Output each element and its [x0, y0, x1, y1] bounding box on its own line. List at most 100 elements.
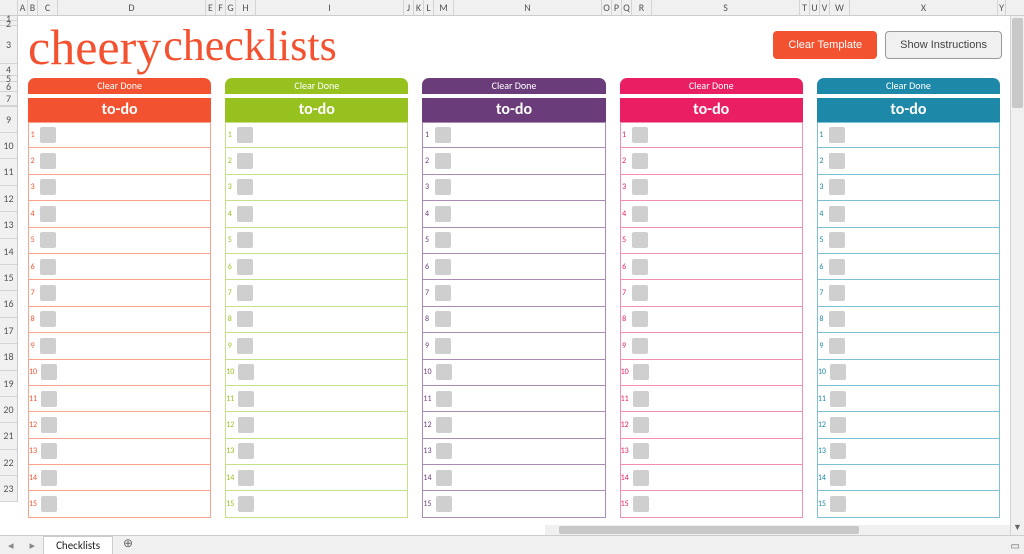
col-header-cell[interactable]: T: [800, 0, 810, 15]
task-checkbox[interactable]: [435, 153, 451, 169]
task-checkbox[interactable]: [40, 179, 56, 195]
task-input[interactable]: [456, 386, 606, 411]
task-checkbox[interactable]: [237, 206, 253, 222]
row-header-cell[interactable]: 6: [0, 82, 17, 92]
col-header-cell[interactable]: K: [414, 0, 424, 15]
task-checkbox[interactable]: [633, 391, 649, 407]
task-checkbox[interactable]: [633, 417, 649, 433]
row-header-cell[interactable]: 16: [0, 291, 17, 317]
task-checkbox[interactable]: [632, 338, 648, 354]
col-header-cell[interactable]: R: [632, 0, 652, 15]
task-input[interactable]: [60, 307, 210, 332]
task-checkbox[interactable]: [237, 153, 253, 169]
col-header-cell[interactable]: H: [236, 0, 256, 15]
row-header-cell[interactable]: 12: [0, 186, 17, 212]
vscroll-down-icon[interactable]: ▼: [1011, 521, 1024, 535]
task-checkbox[interactable]: [435, 311, 451, 327]
task-input[interactable]: [849, 201, 999, 226]
task-checkbox[interactable]: [237, 259, 253, 275]
task-input[interactable]: [61, 412, 211, 437]
task-checkbox[interactable]: [435, 232, 451, 248]
clear-template-button[interactable]: Clear Template: [773, 31, 877, 59]
task-input[interactable]: [258, 360, 408, 385]
task-checkbox[interactable]: [830, 470, 846, 486]
col-header-cell[interactable]: Q: [622, 0, 632, 15]
clear-done-button[interactable]: Clear Done: [422, 78, 605, 94]
row-header-cell[interactable]: 19: [0, 371, 17, 397]
task-input[interactable]: [257, 123, 407, 147]
col-header-cell[interactable]: V: [820, 0, 830, 15]
task-input[interactable]: [61, 465, 211, 490]
task-input[interactable]: [455, 333, 605, 358]
task-checkbox[interactable]: [435, 285, 451, 301]
task-checkbox[interactable]: [829, 232, 845, 248]
task-checkbox[interactable]: [40, 153, 56, 169]
task-input[interactable]: [455, 148, 605, 173]
task-checkbox[interactable]: [632, 311, 648, 327]
task-checkbox[interactable]: [829, 311, 845, 327]
task-input[interactable]: [456, 465, 606, 490]
task-input[interactable]: [455, 280, 605, 305]
task-input[interactable]: [61, 360, 211, 385]
task-checkbox[interactable]: [40, 232, 56, 248]
tab-add-button[interactable]: ⊕: [119, 536, 137, 554]
task-input[interactable]: [653, 465, 803, 490]
row-header-cell[interactable]: 3: [0, 26, 17, 64]
task-input[interactable]: [258, 439, 408, 464]
task-checkbox[interactable]: [435, 179, 451, 195]
task-input[interactable]: [455, 123, 605, 147]
clear-done-button[interactable]: Clear Done: [620, 78, 803, 94]
task-input[interactable]: [849, 254, 999, 279]
col-header-cell[interactable]: G: [226, 0, 236, 15]
task-checkbox[interactable]: [829, 206, 845, 222]
task-checkbox[interactable]: [237, 179, 253, 195]
task-checkbox[interactable]: [41, 364, 57, 380]
task-checkbox[interactable]: [41, 417, 57, 433]
task-input[interactable]: [653, 412, 803, 437]
task-checkbox[interactable]: [40, 311, 56, 327]
task-checkbox[interactable]: [829, 153, 845, 169]
task-checkbox[interactable]: [435, 338, 451, 354]
row-header-cell[interactable]: 10: [0, 133, 17, 159]
task-checkbox[interactable]: [237, 127, 253, 143]
task-input[interactable]: [653, 491, 803, 516]
task-checkbox[interactable]: [435, 206, 451, 222]
task-checkbox[interactable]: [830, 496, 846, 512]
task-input[interactable]: [456, 491, 606, 516]
task-input[interactable]: [850, 491, 1000, 516]
task-input[interactable]: [61, 491, 211, 516]
row-header-cell[interactable]: 15: [0, 265, 17, 291]
task-checkbox[interactable]: [436, 364, 452, 380]
task-checkbox[interactable]: [632, 285, 648, 301]
clear-done-button[interactable]: Clear Done: [817, 78, 1000, 94]
col-header-cell[interactable]: X: [850, 0, 998, 15]
task-checkbox[interactable]: [40, 285, 56, 301]
task-checkbox[interactable]: [829, 285, 845, 301]
task-input[interactable]: [850, 412, 1000, 437]
task-checkbox[interactable]: [436, 391, 452, 407]
col-header-cell[interactable]: D: [58, 0, 206, 15]
task-checkbox[interactable]: [829, 179, 845, 195]
task-input[interactable]: [850, 465, 1000, 490]
task-checkbox[interactable]: [435, 259, 451, 275]
task-checkbox[interactable]: [237, 338, 253, 354]
task-checkbox[interactable]: [436, 496, 452, 512]
task-checkbox[interactable]: [633, 443, 649, 459]
col-header-cell[interactable]: P: [612, 0, 622, 15]
clear-done-button[interactable]: Clear Done: [28, 78, 211, 94]
task-checkbox[interactable]: [830, 417, 846, 433]
task-input[interactable]: [653, 386, 803, 411]
task-checkbox[interactable]: [41, 443, 57, 459]
task-input[interactable]: [60, 201, 210, 226]
task-checkbox[interactable]: [238, 417, 254, 433]
task-input[interactable]: [652, 333, 802, 358]
row-header-cell[interactable]: 11: [0, 159, 17, 185]
task-input[interactable]: [61, 439, 211, 464]
col-header-cell[interactable]: A: [18, 0, 28, 15]
task-input[interactable]: [455, 228, 605, 253]
task-input[interactable]: [652, 280, 802, 305]
task-input[interactable]: [257, 333, 407, 358]
task-checkbox[interactable]: [829, 259, 845, 275]
row-header-cell[interactable]: 20: [0, 397, 17, 423]
task-checkbox[interactable]: [633, 496, 649, 512]
